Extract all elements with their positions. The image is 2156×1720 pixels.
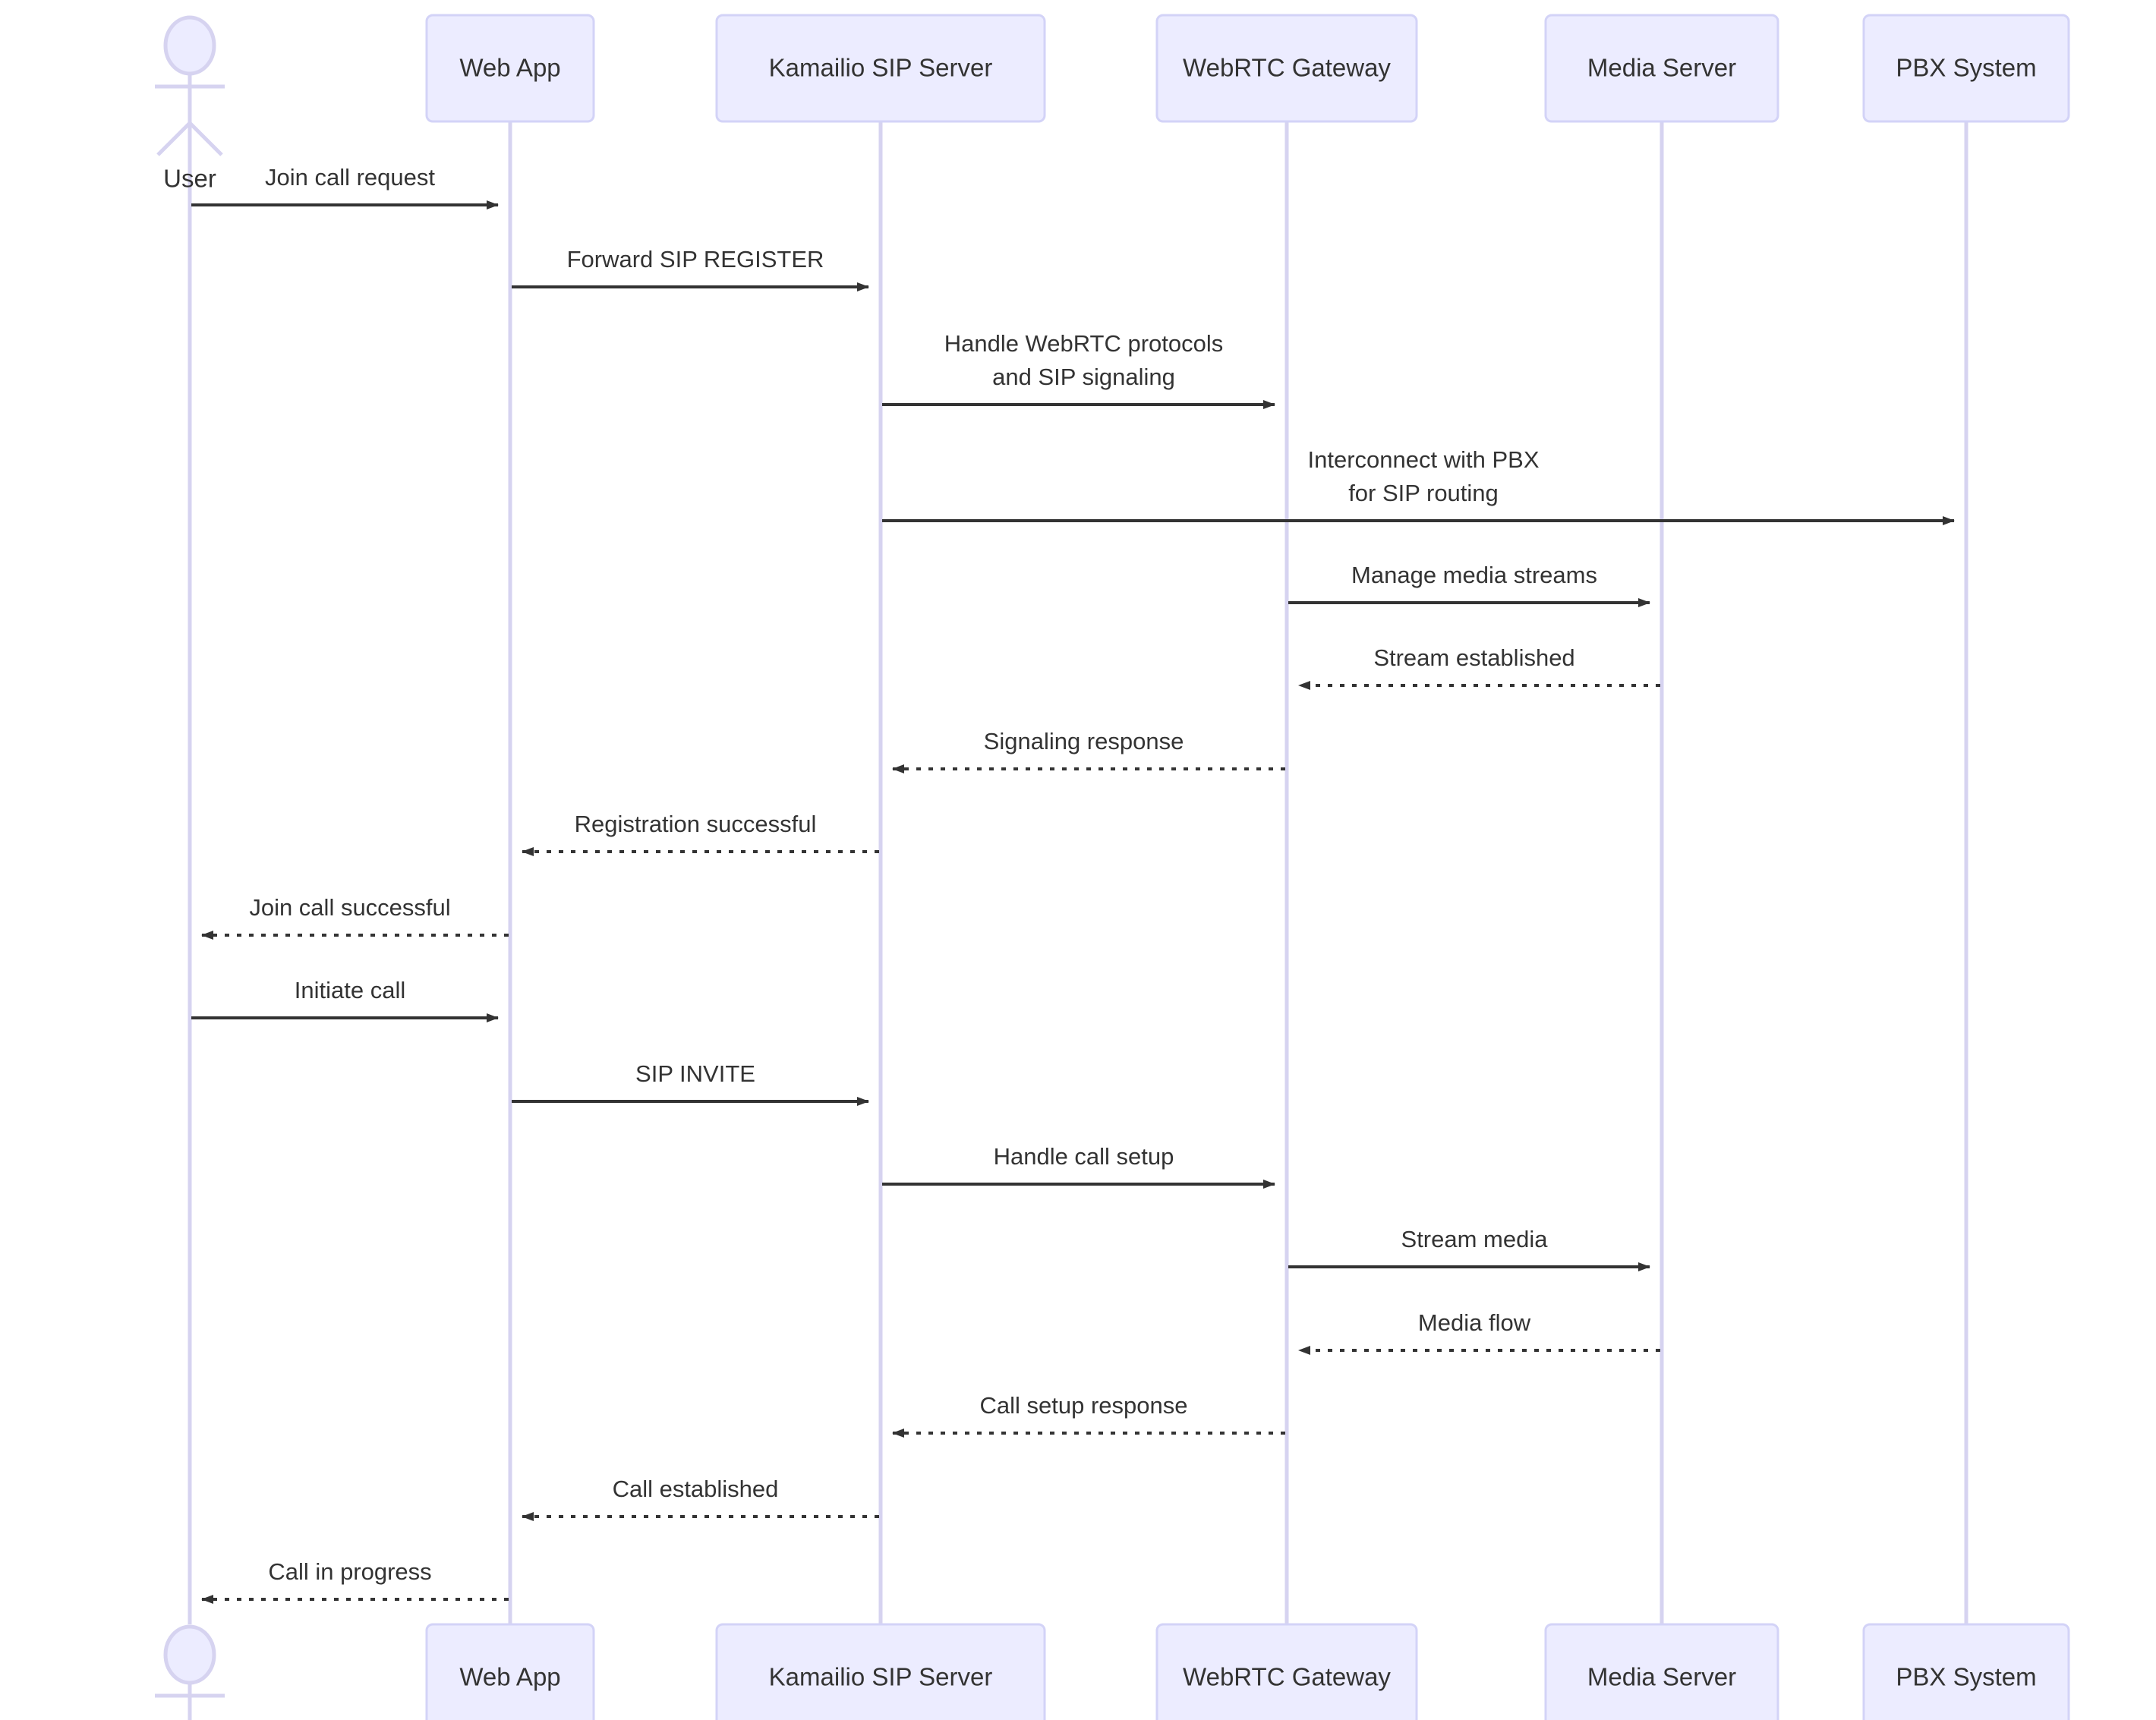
participants-layer: User User Web App Web App Kamailio SIP Serve… xyxy=(155,14,2070,1720)
participant-label: Kamailio SIP Server xyxy=(769,1663,993,1691)
message-13: Stream media xyxy=(1288,1226,1650,1271)
message-3: Handle WebRTC protocols and SIP signaling xyxy=(882,330,1275,409)
message-2: Forward SIP REGISTER xyxy=(512,246,869,291)
message-label: Call in progress xyxy=(268,1558,431,1585)
message-label: Manage media streams xyxy=(1351,562,1597,588)
participant-label: User xyxy=(163,165,216,193)
participant-label: WebRTC Gateway xyxy=(1183,1663,1391,1691)
message-6: Stream established xyxy=(1298,644,1660,690)
participant-user-top[interactable]: User xyxy=(155,15,225,193)
participant-gateway-top[interactable]: WebRTC Gateway xyxy=(1155,14,1418,123)
message-17: Call in progress xyxy=(201,1558,509,1604)
participant-pbx-bottom[interactable]: PBX System xyxy=(1862,1623,2070,1720)
participant-label: Media Server xyxy=(1587,1663,1736,1691)
participant-label: WebRTC Gateway xyxy=(1183,54,1391,82)
message-7: Signaling response xyxy=(892,728,1285,773)
participant-kamailio-bottom[interactable]: Kamailio SIP Server xyxy=(715,1623,1046,1720)
actor-body-icon xyxy=(155,1683,225,1720)
participant-label: PBX System xyxy=(1896,1663,2036,1691)
message-1: Join call request xyxy=(191,164,499,209)
message-11: SIP INVITE xyxy=(512,1060,869,1106)
message-label: Call established xyxy=(613,1476,779,1502)
message-12: Handle call setup xyxy=(882,1143,1275,1189)
participant-user-bottom[interactable]: User xyxy=(155,1624,225,1720)
message-15: Call setup response xyxy=(892,1392,1285,1438)
message-label: Join call successful xyxy=(249,894,450,921)
message-label: Registration successful xyxy=(575,811,817,837)
participant-kamailio-top[interactable]: Kamailio SIP Server xyxy=(715,14,1046,123)
participant-label: Web App xyxy=(459,54,560,82)
actor-head-icon xyxy=(163,1624,216,1685)
message-label: Handle call setup xyxy=(994,1143,1174,1170)
participant-webapp-bottom[interactable]: Web App xyxy=(425,1623,595,1720)
participant-pbx-top[interactable]: PBX System xyxy=(1862,14,2070,123)
message-16: Call established xyxy=(522,1476,879,1521)
message-label: Signaling response xyxy=(984,728,1184,754)
participant-media-top[interactable]: Media Server xyxy=(1544,14,1779,123)
actor-head-icon xyxy=(163,15,216,76)
participant-media-bottom[interactable]: Media Server xyxy=(1544,1623,1779,1720)
message-label: Call setup response xyxy=(980,1392,1188,1419)
participant-label: PBX System xyxy=(1896,54,2036,82)
participant-label: Media Server xyxy=(1587,54,1736,82)
message-5: Manage media streams xyxy=(1288,562,1650,607)
message-label: Initiate call xyxy=(295,977,405,1003)
message-label: Handle WebRTC protocols and SIP signaling xyxy=(944,330,1224,390)
message-4: Interconnect with PBX for SIP routing xyxy=(882,446,1955,525)
message-label: Stream established xyxy=(1373,644,1574,671)
participant-label: Kamailio SIP Server xyxy=(769,54,993,82)
message-label: Forward SIP REGISTER xyxy=(567,246,824,272)
message-label: Stream media xyxy=(1401,1226,1549,1252)
message-8: Registration successful xyxy=(522,811,879,856)
message-label: Interconnect with PBX for SIP routing xyxy=(1308,446,1540,506)
diagram-canvas: Join call request Forward SIP REGISTER Han… xyxy=(155,14,2070,1720)
sequence-diagram: Join call request Forward SIP REGISTER Han… xyxy=(0,0,2156,1720)
message-9: Join call successful xyxy=(201,894,509,940)
message-14: Media flow xyxy=(1298,1309,1660,1355)
messages-layer: Join call request Forward SIP REGISTER Han… xyxy=(191,164,1955,1604)
message-label: SIP INVITE xyxy=(635,1060,755,1087)
participant-label: Web App xyxy=(459,1663,560,1691)
message-label: Join call request xyxy=(265,164,435,191)
participant-webapp-top[interactable]: Web App xyxy=(425,14,595,123)
participant-gateway-bottom[interactable]: WebRTC Gateway xyxy=(1155,1623,1418,1720)
message-label: Media flow xyxy=(1418,1309,1531,1336)
message-10: Initiate call xyxy=(191,977,499,1022)
